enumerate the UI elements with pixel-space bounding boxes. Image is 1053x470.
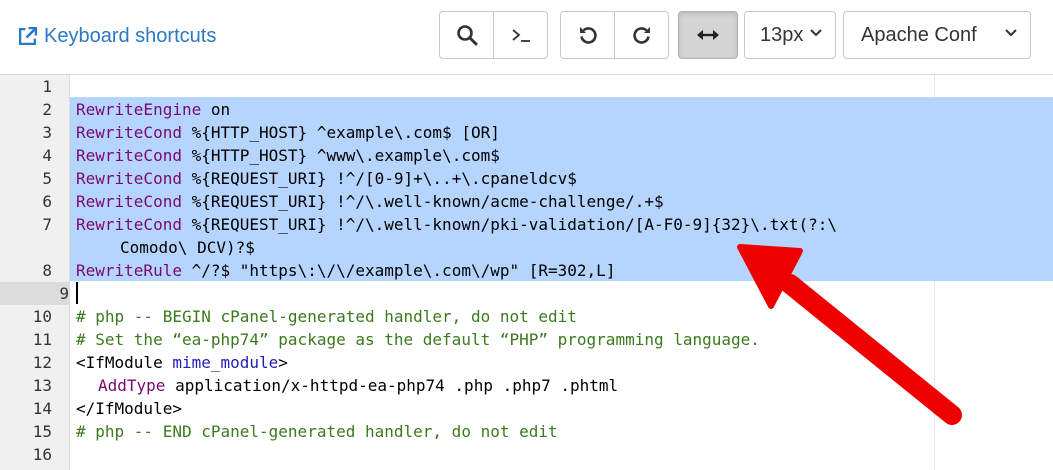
comment: # php -- BEGIN cPanel-generated handler,… — [76, 307, 577, 326]
mode-select[interactable]: Apache Conf — [843, 11, 1031, 59]
directive-args: %{REQUEST_URI} !^/\.well-known/acme-chal… — [181, 192, 664, 211]
search-terminal-group — [439, 11, 548, 59]
code-line: RewriteCond %{REQUEST_URI} !^/\.well-kno… — [76, 213, 837, 236]
keyboard-shortcuts-link[interactable]: Keyboard shortcuts — [17, 24, 216, 48]
keyboard-shortcuts-label: Keyboard shortcuts — [44, 24, 217, 47]
line-number: 1 — [42, 77, 52, 96]
directive-keyword: RewriteRule — [76, 261, 182, 280]
external-link-icon — [18, 26, 38, 45]
tag-end: </IfModule> — [76, 399, 182, 418]
terminal-icon — [511, 29, 530, 42]
text-cursor — [76, 282, 78, 304]
tag-open: <IfModule — [76, 353, 173, 372]
code-line: RewriteRule ^/?$ "https\:\/\/example\.co… — [76, 259, 615, 282]
line-number: 5 — [42, 169, 52, 188]
chevron-down-icon — [810, 29, 822, 37]
wrap-arrows-icon — [697, 30, 719, 40]
directive-keyword: RewriteCond — [76, 192, 182, 211]
line-number: 9 — [0, 282, 69, 305]
line-number: 3 — [42, 123, 52, 142]
directive-args: on — [201, 100, 231, 119]
line-number: 13 — [32, 376, 52, 395]
undo-icon — [579, 27, 597, 44]
line-number: 16 — [32, 445, 52, 464]
search-icon — [456, 25, 477, 46]
code-line: RewriteEngine on — [76, 98, 230, 121]
directive-keyword: RewriteCond — [76, 215, 182, 234]
directive-args: %{HTTP_HOST} ^www\.example\.com$ — [181, 146, 500, 165]
search-button[interactable] — [439, 11, 494, 59]
tag-attr: mime_module — [172, 353, 279, 372]
wrapped-args: Comodo\ DCV)?$ — [120, 238, 255, 257]
line-number: 8 — [42, 261, 52, 280]
word-wrap-toggle[interactable] — [678, 11, 738, 59]
line-number: 11 — [32, 330, 52, 349]
font-size-select[interactable]: 13px — [744, 11, 836, 59]
comment: # Set the “ea-php74” package as the defa… — [76, 330, 760, 349]
chevron-down-icon — [1005, 29, 1017, 37]
code-line: RewriteCond %{HTTP_HOST} ^example\.com$ … — [76, 121, 500, 144]
code-line: </IfModule> — [76, 397, 182, 420]
code-editor[interactable]: 1 2 3 4 5 6 7 8 9 10 11 12 13 14 15 16 RewriteEngine on… — [0, 75, 1053, 470]
undo-redo-group — [560, 11, 669, 59]
directive-keyword: RewriteEngine — [76, 100, 202, 119]
line-number: 4 — [42, 146, 52, 165]
font-size-value: 13px — [760, 23, 804, 46]
editor-toolbar: Keyboard shortcuts 13px Apache Conf — [0, 0, 1053, 75]
line-number: 2 — [42, 100, 52, 119]
directive-keyword: AddType — [98, 376, 166, 395]
directive-args: %{REQUEST_URI} !^/[0-9]+\..+\.cpaneldcv$ — [181, 169, 577, 188]
wrap-group — [678, 11, 738, 59]
terminal-button[interactable] — [494, 11, 548, 59]
directive-keyword: RewriteCond — [76, 169, 182, 188]
directive-keyword: RewriteCond — [76, 146, 182, 165]
directive-keyword: RewriteCond — [76, 123, 182, 142]
code-line: RewriteCond %{REQUEST_URI} !^/\.well-kno… — [76, 190, 664, 213]
code-line: # php -- END cPanel-generated handler, d… — [76, 420, 558, 443]
comment: # php -- END cPanel-generated handler, d… — [76, 422, 558, 441]
directive-args: %{HTTP_HOST} ^example\.com$ [OR] — [181, 123, 500, 142]
redo-icon — [632, 27, 650, 44]
code-line: # php -- BEGIN cPanel-generated handler,… — [76, 305, 577, 328]
directive-args: application/x-httpd-ea-php74 .php .php7 … — [165, 376, 619, 395]
tag-close: > — [278, 353, 288, 372]
directive-args: ^/?$ "https\:\/\/example\.com\/wp" [R=30… — [181, 261, 616, 280]
code-line: RewriteCond %{REQUEST_URI} !^/[0-9]+\..+… — [76, 167, 577, 190]
line-number: 14 — [32, 399, 52, 418]
redo-button[interactable] — [615, 11, 669, 59]
code-line: Comodo\ DCV)?$ — [120, 236, 255, 259]
code-line: <IfModule mime_module> — [76, 351, 288, 374]
mode-value: Apache Conf — [861, 23, 977, 46]
code-line: AddType application/x-httpd-ea-php74 .ph… — [98, 374, 618, 397]
line-number-gutter: 1 2 3 4 5 6 7 8 9 10 11 12 13 14 15 16 — [0, 75, 70, 470]
line-number: 7 — [42, 215, 52, 234]
undo-button[interactable] — [560, 11, 615, 59]
line-number: 6 — [42, 192, 52, 211]
line-number: 15 — [32, 422, 52, 441]
code-line: RewriteCond %{HTTP_HOST} ^www\.example\.… — [76, 144, 500, 167]
line-number: 12 — [32, 353, 52, 372]
directive-args: %{REQUEST_URI} !^/\.well-known/pki-valid… — [181, 215, 837, 234]
line-number: 10 — [32, 307, 52, 326]
code-line: # Set the “ea-php74” package as the defa… — [76, 328, 760, 351]
